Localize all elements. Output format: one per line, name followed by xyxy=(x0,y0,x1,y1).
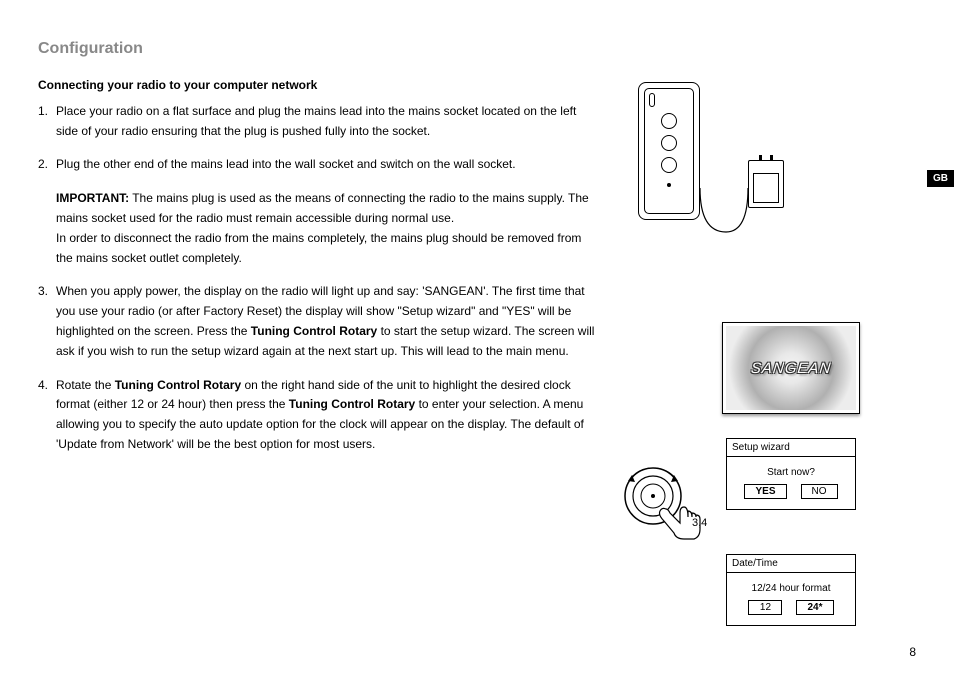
screen-options: YES NO xyxy=(727,484,855,509)
page-number: 8 xyxy=(909,645,916,659)
rotary-step-label: 3,4 xyxy=(692,517,707,529)
knob-dot-icon xyxy=(667,183,671,187)
knob-icon xyxy=(661,157,677,173)
charger-icon xyxy=(748,160,784,208)
step-2: 2. Plug the other end of the mains lead … xyxy=(38,155,598,175)
rotary-illustration: 3,4 xyxy=(618,461,704,547)
important-text-2: In order to disconnect the radio from th… xyxy=(56,229,598,269)
step-text: When you apply power, the display on the… xyxy=(56,282,598,361)
datetime-screen: Date/Time 12/24 hour format 12 24* xyxy=(726,554,856,626)
tuning-control-rotary-label: Tuning Control Rotary xyxy=(289,397,415,411)
instruction-column: Connecting your radio to your computer n… xyxy=(38,76,598,469)
step-text: Plug the other end of the mains lead int… xyxy=(56,155,598,175)
page-heading: Configuration xyxy=(38,40,916,58)
option-yes: YES xyxy=(744,484,786,499)
screen-prompt: Start now? xyxy=(727,457,855,484)
antenna-icon xyxy=(649,93,655,107)
step-text: Place your radio on a flat surface and p… xyxy=(56,102,598,142)
knob-icon xyxy=(661,113,677,129)
screen-title: Setup wizard xyxy=(727,439,855,457)
step-number: 1. xyxy=(38,102,56,142)
step-number: 4. xyxy=(38,376,56,455)
important-text: The mains plug is used as the means of c… xyxy=(56,191,589,225)
step-text: Rotate the Tuning Control Rotary on the … xyxy=(56,376,598,455)
tuning-control-rotary-label: Tuning Control Rotary xyxy=(115,378,241,392)
step-number: 2. xyxy=(38,155,56,175)
setup-wizard-screen: Setup wizard Start now? YES NO xyxy=(726,438,856,510)
step-number: 3. xyxy=(38,282,56,361)
prong-icon xyxy=(770,155,773,161)
language-tab-gb: GB xyxy=(927,170,954,187)
option-12h: 12 xyxy=(748,600,782,615)
sangean-logo: SANGEAN xyxy=(750,360,832,377)
screen-options: 12 24* xyxy=(727,600,855,625)
step-text-part: Rotate the xyxy=(56,378,115,392)
option-24h: 24* xyxy=(796,600,833,615)
screen-prompt: 12/24 hour format xyxy=(727,573,855,600)
step-3: 3. When you apply power, the display on … xyxy=(38,282,598,361)
important-block: IMPORTANT: The mains plug is used as the… xyxy=(56,189,598,268)
knob-icon xyxy=(661,135,677,151)
charger-inner xyxy=(753,173,779,203)
step-4: 4. Rotate the Tuning Control Rotary on t… xyxy=(38,376,598,455)
prong-icon xyxy=(759,155,762,161)
important-label: IMPORTANT: xyxy=(56,191,129,205)
step-1: 1. Place your radio on a flat surface an… xyxy=(38,102,598,142)
option-no: NO xyxy=(801,484,838,499)
sub-heading: Connecting your radio to your computer n… xyxy=(38,76,598,96)
screen-title: Date/Time xyxy=(727,555,855,573)
manual-page: Configuration Connecting your radio to y… xyxy=(0,0,954,673)
splash-screen-illustration: SANGEAN xyxy=(722,322,860,414)
radio-illustration xyxy=(638,82,808,232)
screen-gradient: SANGEAN xyxy=(726,326,856,410)
tuning-control-rotary-label: Tuning Control Rotary xyxy=(251,324,377,338)
